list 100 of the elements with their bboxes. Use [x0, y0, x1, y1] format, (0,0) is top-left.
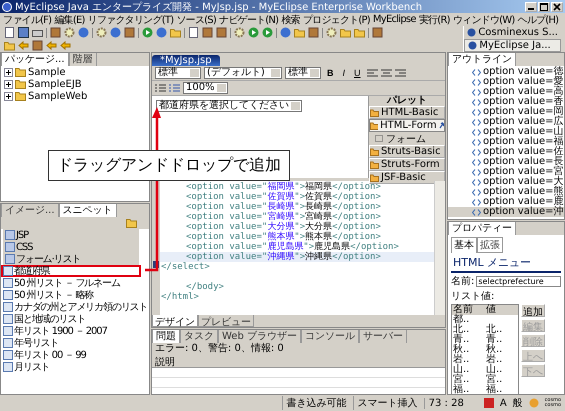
minimize-button[interactable]	[525, 2, 537, 12]
snippet-item[interactable]: 50 州リスト － 略称	[1, 289, 149, 301]
expand-icon[interactable]	[4, 68, 13, 76]
snippet-item[interactable]: JSP	[3, 229, 139, 241]
snippet-item[interactable]: CSS	[3, 241, 139, 253]
folder-icon[interactable]	[126, 218, 137, 228]
outline-item[interactable]: option value=香	[448, 97, 564, 107]
folder-icon[interactable]	[4, 40, 15, 51]
menu-item[interactable]: ヘルプ(H)	[518, 12, 558, 26]
arrow-left-icon[interactable]	[18, 40, 29, 51]
list-button[interactable]: 追加	[521, 304, 545, 317]
view-tab[interactable]: コンソール	[300, 330, 359, 343]
expand-icon[interactable]	[4, 80, 13, 88]
zoom-dropdown[interactable]: 100%	[183, 82, 228, 94]
style-dropdown[interactable]: 標準	[155, 67, 201, 79]
align-right-icon[interactable]	[394, 68, 406, 78]
gear-icon[interactable]	[64, 27, 75, 38]
outline-item[interactable]: option value=高	[448, 87, 564, 97]
align-center-icon[interactable]	[380, 68, 392, 78]
document-icon[interactable]	[4, 27, 15, 38]
run-icon[interactable]	[142, 27, 153, 38]
outline-item[interactable]: option value=岡	[448, 107, 564, 117]
palette-drawer[interactable]: JSF-Basic	[369, 171, 445, 184]
menu-item[interactable]: ナビゲート(N)	[219, 12, 278, 26]
view-tab[interactable]: パッケージ...	[1, 53, 69, 66]
perspective-button[interactable]: MyEclipse Ja...	[464, 39, 561, 52]
snippet-item[interactable]: 月リスト	[1, 361, 149, 373]
font-dropdown[interactable]: (デフォルト)	[204, 67, 282, 79]
view-tab[interactable]: 問題	[152, 330, 180, 343]
outline-item[interactable]: option value=山	[448, 127, 564, 137]
snippet-item[interactable]: フォーム·リスト	[3, 253, 139, 265]
palette-drawer[interactable]: Struts-Form	[369, 158, 445, 171]
folder-icon[interactable]	[294, 27, 305, 38]
view-tab[interactable]: 階層	[68, 53, 97, 66]
name-field[interactable]: selectprefecture	[476, 276, 561, 286]
palette-drawer[interactable]: Struts-Basic	[369, 145, 445, 158]
close-button[interactable]	[551, 2, 563, 12]
view-tab[interactable]: アウトライン	[448, 53, 516, 66]
ime-icon[interactable]	[484, 398, 494, 408]
outline-item[interactable]: option value=福	[448, 137, 564, 147]
outline-item[interactable]: option value=佐	[448, 147, 564, 157]
outline-item[interactable]: option value=宮	[448, 167, 564, 177]
gear-icon[interactable]	[96, 27, 107, 38]
editor-tab[interactable]: *MyJsp.jsp	[152, 55, 220, 66]
ime-mode[interactable]: 般	[512, 396, 523, 410]
outline-item[interactable]: option value=広	[448, 117, 564, 127]
view-tab[interactable]: Web ブラウザー	[218, 330, 301, 343]
ime-mode[interactable]: A	[500, 398, 507, 408]
outline-item[interactable]: option value=鹿	[448, 197, 564, 207]
outline-item[interactable]: option value=熊	[448, 187, 564, 197]
snippet-item[interactable]: 年号リスト	[1, 337, 149, 349]
perspective-button[interactable]: Cosminexus S...	[464, 27, 561, 38]
menu-item[interactable]: リファクタリング(T)	[88, 12, 174, 26]
gear-icon[interactable]	[326, 27, 337, 38]
prefecture-select[interactable]: 都道府県を選択してください	[156, 100, 302, 112]
property-tab[interactable]: 拡張	[477, 237, 503, 253]
view-tab[interactable]: プロパティー	[448, 222, 516, 235]
palette-item[interactable]: フォーム	[369, 132, 445, 145]
snippet-item[interactable]: 都道府県	[1, 265, 141, 277]
menu-item[interactable]: 編集(E)	[54, 12, 85, 26]
folder-icon[interactable]	[354, 27, 365, 38]
bold-button[interactable]: B	[324, 68, 336, 78]
list-icon[interactable]	[155, 84, 166, 92]
palette-drawer[interactable]: HTML-Form	[369, 119, 445, 132]
arrow-left-icon[interactable]	[60, 40, 71, 51]
tree-item[interactable]: SampleEJB	[28, 78, 82, 90]
column-header[interactable]: 説明	[152, 357, 175, 368]
save-icon[interactable]	[18, 27, 29, 38]
italic-button[interactable]: I	[340, 68, 348, 78]
outline-item[interactable]: option value=徳	[448, 67, 564, 77]
view-tab[interactable]: タスク	[180, 330, 218, 343]
menu-item[interactable]: ウィンドウ(W)	[452, 12, 515, 26]
tree-item[interactable]: SampleWeb	[28, 90, 88, 102]
property-tab[interactable]: 基本	[451, 237, 477, 253]
menu-item[interactable]: ファイル(F)	[3, 12, 52, 26]
outline-item[interactable]: option value=大	[448, 177, 564, 187]
document-icon[interactable]	[188, 27, 199, 38]
menu-item[interactable]: MyEclipse	[372, 14, 416, 25]
snippet-item[interactable]: 年リスト 1900 － 2007	[1, 325, 149, 337]
expand-icon[interactable]	[4, 92, 13, 100]
outline-item[interactable]: option value=長	[448, 157, 564, 167]
folder-icon[interactable]	[340, 27, 351, 38]
tree-item[interactable]: Sample	[28, 66, 66, 78]
gear-icon[interactable]	[234, 27, 245, 38]
size-dropdown[interactable]: 標準	[285, 67, 321, 79]
view-tab[interactable]: サーバー	[358, 330, 407, 343]
editor-mode-tab[interactable]: デザイン	[152, 315, 198, 327]
numbered-list-icon[interactable]	[169, 84, 180, 92]
folder-icon[interactable]	[170, 27, 181, 38]
menu-item[interactable]: プロジェクト(P)	[302, 12, 370, 26]
scrollbar[interactable]	[434, 181, 445, 315]
underline-button[interactable]: U	[351, 68, 364, 78]
maximize-button[interactable]	[538, 2, 550, 12]
view-tab[interactable]: イメージ...	[1, 204, 59, 217]
snippet-item[interactable]: カナダの州とアメリカ領のリスト	[1, 301, 149, 313]
menu-item[interactable]: 検索	[281, 12, 300, 26]
snippet-item[interactable]: 年リスト 00 － 99	[1, 349, 149, 361]
snippet-item[interactable]: 国と地域のリスト	[1, 313, 149, 325]
view-tab[interactable]: スニペット	[58, 204, 117, 217]
outline-item[interactable]: option value=沖	[448, 207, 564, 217]
